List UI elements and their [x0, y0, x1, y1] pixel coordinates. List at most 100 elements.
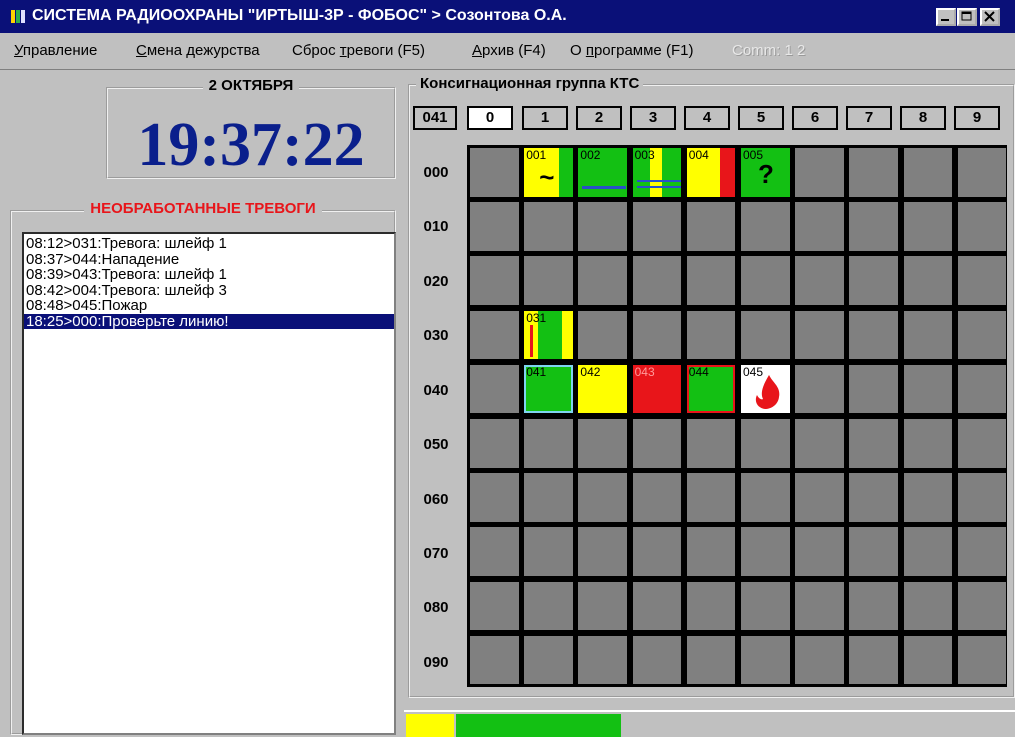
object-cell-empty[interactable]: [957, 364, 1007, 414]
object-cell-empty[interactable]: [903, 473, 953, 522]
menu-archive[interactable]: Архив (F4): [472, 42, 546, 59]
object-cell-empty[interactable]: [632, 473, 682, 522]
menu-shift-change[interactable]: Смена дежурства: [136, 42, 260, 59]
minimize-button[interactable]: [936, 8, 956, 26]
object-cell-empty[interactable]: [957, 202, 1007, 251]
object-cell-045[interactable]: 045: [741, 364, 790, 414]
column-header-0[interactable]: 0: [467, 106, 513, 130]
object-cell-empty[interactable]: [632, 581, 682, 631]
menu-about[interactable]: О программе (F1): [570, 42, 693, 59]
object-cell-empty[interactable]: [795, 635, 844, 685]
object-cell-empty[interactable]: [632, 635, 682, 685]
object-cell-empty[interactable]: [686, 527, 736, 576]
object-cell-empty[interactable]: [795, 527, 844, 576]
object-cell-empty[interactable]: [795, 202, 844, 251]
menu-control[interactable]: Управление: [14, 42, 97, 59]
object-cell-empty[interactable]: [524, 256, 573, 305]
object-cell-empty[interactable]: [795, 419, 844, 468]
column-header-1[interactable]: 1: [522, 106, 568, 130]
object-cell-empty[interactable]: [903, 148, 953, 197]
object-cell-empty[interactable]: [957, 581, 1007, 631]
object-cell-empty[interactable]: [903, 256, 953, 305]
object-cell-empty[interactable]: [632, 202, 682, 251]
object-cell-empty[interactable]: [524, 635, 573, 685]
object-cell-empty[interactable]: [741, 419, 790, 468]
object-cell-empty[interactable]: [632, 310, 682, 360]
object-cell-empty[interactable]: [741, 527, 790, 576]
object-cell-empty[interactable]: [686, 310, 736, 360]
object-cell-empty[interactable]: [578, 256, 627, 305]
object-cell-001[interactable]: 001 ~: [524, 148, 573, 197]
alarm-list-item[interactable]: 08:12>031:Тревога: шлейф 1: [24, 236, 394, 252]
object-cell-empty[interactable]: [686, 256, 736, 305]
column-header-8[interactable]: 8: [900, 106, 946, 130]
object-cell-empty[interactable]: [470, 581, 519, 631]
object-cell-empty[interactable]: [903, 527, 953, 576]
column-header-2[interactable]: 2: [576, 106, 622, 130]
object-cell-empty[interactable]: [470, 419, 519, 468]
object-cell-empty[interactable]: [686, 581, 736, 631]
object-cell-empty[interactable]: [957, 148, 1007, 197]
object-cell-empty[interactable]: [524, 202, 573, 251]
object-cell-empty[interactable]: [849, 148, 898, 197]
object-cell-empty[interactable]: [470, 473, 519, 522]
object-cell-empty[interactable]: [741, 635, 790, 685]
object-cell-005[interactable]: 005 ?: [741, 148, 790, 197]
object-cell-041[interactable]: 041: [524, 364, 573, 414]
object-cell-042[interactable]: 042: [578, 364, 627, 414]
alarm-list-item-selected[interactable]: 18:25>000:Проверьте линию!: [24, 313, 394, 329]
object-cell-empty[interactable]: [524, 473, 573, 522]
object-cell-empty[interactable]: [686, 635, 736, 685]
object-cell-empty[interactable]: [470, 310, 519, 360]
object-cell-empty[interactable]: [578, 581, 627, 631]
object-cell-empty[interactable]: [957, 527, 1007, 576]
maximize-button[interactable]: [957, 8, 977, 26]
object-cell-empty[interactable]: [849, 419, 898, 468]
object-cell-empty[interactable]: [849, 256, 898, 305]
menu-alarm-reset[interactable]: Сброс тревоги (F5): [292, 42, 425, 59]
object-cell-empty[interactable]: [849, 364, 898, 414]
object-cell-empty[interactable]: [578, 473, 627, 522]
object-cell-empty[interactable]: [849, 635, 898, 685]
object-cell-empty[interactable]: [957, 635, 1007, 685]
object-cell-empty[interactable]: [957, 310, 1007, 360]
object-cell-empty[interactable]: [470, 364, 519, 414]
column-header-3[interactable]: 3: [630, 106, 676, 130]
object-cell-043[interactable]: 043: [632, 364, 682, 414]
object-cell-empty[interactable]: [795, 473, 844, 522]
object-cell-empty[interactable]: [795, 364, 844, 414]
object-cell-empty[interactable]: [903, 419, 953, 468]
alarm-list-item[interactable]: 08:42>004:Тревога: шлейф 3: [24, 282, 394, 299]
object-cell-empty[interactable]: [470, 148, 519, 197]
object-cell-empty[interactable]: [957, 419, 1007, 468]
column-header-9[interactable]: 9: [954, 106, 1000, 130]
alarm-list[interactable]: 08:12>031:Тревога: шлейф 1 08:37>044:Нап…: [22, 232, 396, 735]
object-cell-empty[interactable]: [795, 310, 844, 360]
object-cell-empty[interactable]: [686, 419, 736, 468]
object-cell-empty[interactable]: [578, 635, 627, 685]
column-header-6[interactable]: 6: [792, 106, 838, 130]
alarm-list-item[interactable]: 08:48>045:Пожар: [24, 298, 394, 314]
object-cell-empty[interactable]: [578, 310, 627, 360]
object-cell-044[interactable]: 044: [686, 364, 736, 414]
object-cell-empty[interactable]: [849, 202, 898, 251]
object-cell-empty[interactable]: [524, 419, 573, 468]
alarm-list-item[interactable]: 08:37>044:Нападение: [24, 251, 394, 268]
object-cell-empty[interactable]: [795, 256, 844, 305]
object-cell-empty[interactable]: [903, 581, 953, 631]
object-cell-empty[interactable]: [795, 148, 844, 197]
object-cell-empty[interactable]: [632, 419, 682, 468]
object-cell-004[interactable]: 004: [686, 148, 736, 197]
object-cell-empty[interactable]: [741, 581, 790, 631]
object-cell-empty[interactable]: [686, 202, 736, 251]
object-cell-empty[interactable]: [578, 527, 627, 576]
object-cell-empty[interactable]: [470, 527, 519, 576]
object-cell-empty[interactable]: [741, 473, 790, 522]
column-header-4[interactable]: 4: [684, 106, 730, 130]
object-cell-031[interactable]: 031: [524, 310, 573, 360]
object-cell-empty[interactable]: [903, 635, 953, 685]
object-cell-empty[interactable]: [957, 473, 1007, 522]
object-cell-empty[interactable]: [741, 256, 790, 305]
object-cell-empty[interactable]: [849, 527, 898, 576]
object-cell-empty[interactable]: [470, 202, 519, 251]
